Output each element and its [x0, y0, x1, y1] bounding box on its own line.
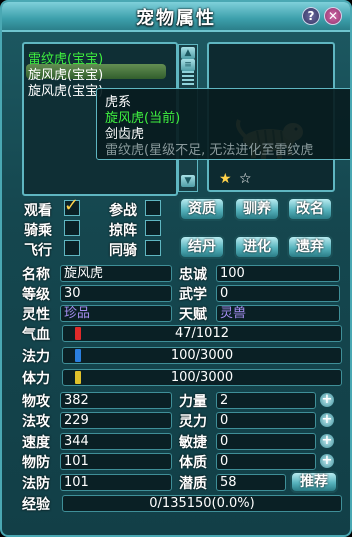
fight-checkbox[interactable] [145, 200, 161, 216]
pdef-label: 物防 [22, 455, 50, 471]
hp-value: 47/1012 [174, 326, 229, 341]
pdef-value: 101 [60, 453, 172, 470]
str-value: 2 [216, 392, 316, 409]
sp-value: 100/3000 [170, 370, 234, 385]
matk-label: 法攻 [22, 414, 50, 430]
formation-checkbox[interactable] [145, 220, 161, 236]
pet-name-field[interactable]: 旋风虎 [60, 265, 172, 282]
spd-label: 速度 [22, 435, 50, 451]
agi-value: 0 [216, 433, 316, 450]
add-agi-button[interactable]: + [320, 434, 334, 448]
exp-value: 0/135150(0.0%) [149, 496, 255, 511]
exp-bar: 0/135150(0.0%) [62, 495, 342, 512]
window-title: 宠物属性 [136, 8, 216, 29]
pill-button[interactable]: 结丹 [179, 235, 225, 259]
pot-value: 58 [216, 474, 286, 491]
hp-label: 气血 [22, 327, 50, 343]
add-spi-button[interactable]: + [320, 413, 334, 427]
loyalty-label: 忠诚 [179, 267, 207, 283]
title-bar[interactable]: 宠物属性 ? ✕ [2, 2, 350, 32]
level-value: 30 [60, 285, 172, 302]
raise-button[interactable]: 驯养 [234, 197, 280, 221]
spi-label: 灵力 [179, 414, 207, 430]
checkmark-icon: ✓ [64, 195, 80, 216]
str-label: 力量 [179, 394, 207, 410]
add-str-button[interactable]: + [320, 393, 334, 407]
martial-value: 0 [216, 285, 340, 302]
spirit-value: 珍品 [60, 305, 172, 322]
hp-bar: 47/1012 [62, 325, 342, 342]
mp-label: 法力 [22, 349, 50, 365]
aptitude-button[interactable]: 资质 [179, 197, 225, 221]
pet-attributes-window: 宠物属性 ? ✕ 雷纹虎(宝宝) 旋风虎(宝宝) 旋风虎(宝宝) ▲ ≡ ▼ ★… [0, 0, 352, 537]
martial-label: 武学 [179, 287, 207, 303]
sp-bar: 100/3000 [62, 369, 342, 386]
star-empty-icon: ☆ [239, 171, 252, 187]
matk-value: 229 [60, 412, 172, 429]
patk-label: 物攻 [22, 394, 50, 410]
release-button[interactable]: 遗弃 [287, 235, 333, 259]
mp-value: 100/3000 [170, 348, 234, 363]
agi-label: 敏捷 [179, 435, 207, 451]
scroll-grip [182, 71, 194, 85]
coride-checkbox[interactable] [145, 240, 161, 256]
spirit-label: 灵性 [22, 307, 50, 323]
ride-checkbox[interactable] [64, 220, 80, 236]
formation-label: 掠阵 [109, 223, 137, 239]
spi-value: 0 [216, 412, 316, 429]
pot-label: 潜质 [179, 476, 207, 492]
star-filled-icon: ★ [219, 171, 232, 187]
spd-value: 344 [60, 433, 172, 450]
add-con-button[interactable]: + [320, 454, 334, 468]
mp-bar: 100/3000 [62, 347, 342, 364]
con-value: 0 [216, 453, 316, 470]
tooltip-line: 雷纹虎(星级不足, 无法进化至雷纹虎 [105, 143, 314, 158]
coride-label: 同骑 [109, 243, 137, 259]
watch-label: 观看 [24, 203, 52, 219]
mdef-label: 法防 [22, 476, 50, 492]
scroll-down-button[interactable]: ▼ [181, 175, 195, 187]
close-button[interactable]: ✕ [324, 7, 342, 25]
talent-label: 天赋 [179, 307, 207, 323]
talent-value: 灵兽 [216, 305, 340, 322]
ride-label: 骑乘 [24, 223, 52, 239]
scroll-thumb[interactable]: ≡ [181, 59, 195, 71]
rename-button[interactable]: 改名 [287, 197, 333, 221]
recommend-button[interactable]: 推荐 [290, 471, 338, 493]
scroll-up-button[interactable]: ▲ [181, 47, 195, 59]
fly-checkbox[interactable] [64, 240, 80, 256]
level-label: 等级 [22, 287, 50, 303]
sp-label: 体力 [22, 371, 50, 387]
fight-label: 参战 [109, 203, 137, 219]
fly-label: 飞行 [24, 243, 52, 259]
evolution-tooltip: 虎系 旋风虎(当前) 剑齿虎 雷纹虎(星级不足, 无法进化至雷纹虎 [96, 88, 350, 160]
patk-value: 382 [60, 392, 172, 409]
watch-checkbox[interactable]: ✓ [64, 195, 80, 216]
evolve-button[interactable]: 进化 [234, 235, 280, 259]
loyalty-value: 100 [216, 265, 340, 282]
name-label: 名称 [22, 267, 50, 283]
con-label: 体质 [179, 455, 207, 471]
help-button[interactable]: ? [302, 7, 320, 25]
mdef-value: 101 [60, 474, 172, 491]
exp-label: 经验 [22, 497, 50, 513]
pet-list-item[interactable]: 旋风虎(宝宝) [28, 80, 103, 99]
